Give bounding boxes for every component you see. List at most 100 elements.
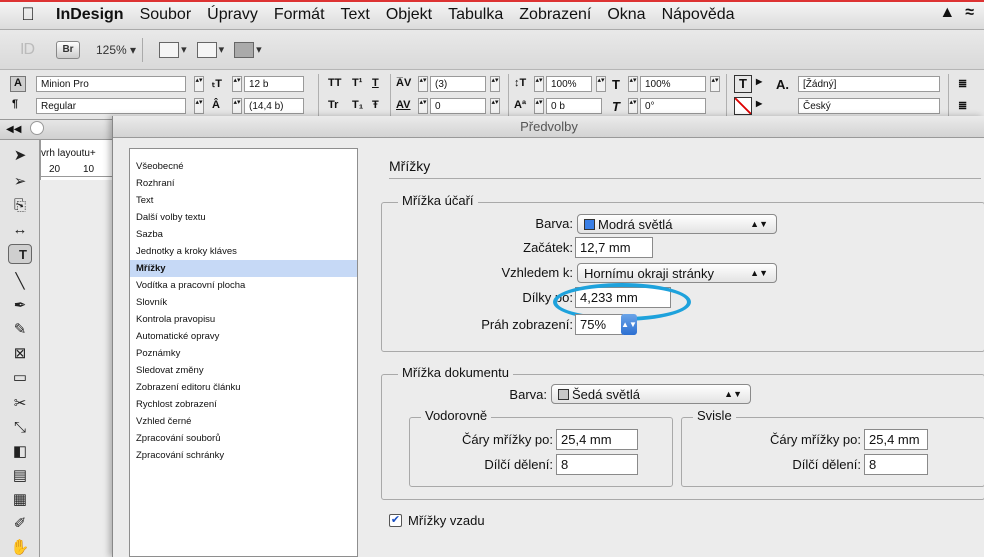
view-options-button[interactable]: ▾	[159, 41, 187, 58]
baseline-relative-select[interactable]: Hornímu okraji stránky ▲▼	[577, 263, 777, 283]
adobe-status-icon[interactable]: ▲	[939, 4, 955, 22]
category-item[interactable]: Zobrazení editoru článku	[130, 379, 357, 396]
horizontal-subdivisions-input[interactable]: 8	[556, 454, 638, 475]
superscript-button[interactable]: T¹	[352, 77, 362, 89]
gradient-feather-tool-icon[interactable]: ▤	[8, 464, 32, 486]
wifi-icon[interactable]: ≈	[965, 4, 974, 22]
font-family-field[interactable]: Minion Pro	[36, 76, 186, 92]
zoom-level[interactable]: 125% ▾	[96, 43, 136, 57]
baseline-shift-field[interactable]: 0 b	[546, 98, 602, 114]
screen-mode-button[interactable]: ▾	[196, 41, 224, 58]
rectangle-tool-icon[interactable]: ▭	[8, 366, 32, 388]
menu-tabulka[interactable]: Tabulka	[440, 6, 511, 24]
horizontal-scale-dropdown[interactable]: ▴▾	[710, 76, 720, 92]
document-tab[interactable]: vrh layoutu+ 20 10	[40, 140, 121, 180]
vertical-subdivisions-input[interactable]: 8	[864, 454, 928, 475]
category-item-active[interactable]: Mřížky	[130, 260, 357, 277]
category-item[interactable]: Zpracování souborů	[130, 430, 357, 447]
font-size-field[interactable]: 12 b	[244, 76, 304, 92]
category-item[interactable]: Kontrola pravopisu	[130, 311, 357, 328]
menu-text[interactable]: Text	[333, 6, 378, 24]
align-left-icon[interactable]: ≣	[958, 77, 967, 90]
type-tool-icon[interactable]: T	[8, 244, 32, 264]
skew-field[interactable]: 0°	[640, 98, 706, 114]
tracking-field[interactable]: 0	[430, 98, 486, 114]
panel-collapse-icon[interactable]: ◀◀	[6, 124, 21, 135]
fill-menu-arrow-icon[interactable]: ▶	[756, 77, 762, 86]
menu-format[interactable]: Formát	[266, 6, 333, 24]
category-item[interactable]: Sazba	[130, 226, 357, 243]
scissors-tool-icon[interactable]: ✂	[8, 392, 32, 414]
category-item[interactable]: Všeobecné	[130, 158, 357, 175]
menu-objekt[interactable]: Objekt	[378, 6, 440, 24]
kerning-dropdown[interactable]: ▴▾	[490, 76, 500, 92]
skew-stepper[interactable]: ▴▾	[628, 98, 638, 114]
rectangle-frame-tool-icon[interactable]: ⊠	[8, 342, 32, 364]
selection-tool-icon[interactable]: ➤	[8, 144, 32, 166]
category-item[interactable]: Automatické opravy	[130, 328, 357, 345]
pen-tool-icon[interactable]: ✒	[8, 294, 32, 316]
vertical-scale-stepper[interactable]: ▴▾	[534, 76, 544, 92]
category-item[interactable]: Rozhraní	[130, 175, 357, 192]
category-item[interactable]: Rychlost zobrazení	[130, 396, 357, 413]
font-style-field[interactable]: Regular	[36, 98, 186, 114]
line-tool-icon[interactable]: ╲	[8, 270, 32, 292]
eyedropper-tool-icon[interactable]: ✐	[8, 512, 32, 534]
pencil-tool-icon[interactable]: ✎	[8, 318, 32, 340]
category-item[interactable]: Vodítka a pracovní plocha	[130, 277, 357, 294]
font-style-dropdown[interactable]: ▴▾	[194, 98, 204, 114]
category-item[interactable]: Zpracování schránky	[130, 447, 357, 464]
menu-okna[interactable]: Okna	[599, 6, 653, 24]
free-transform-tool-icon[interactable]: ⤡	[8, 416, 32, 438]
stroke-color-icon[interactable]	[734, 97, 752, 115]
vertical-scale-dropdown[interactable]: ▴▾	[596, 76, 606, 92]
horizontal-scale-field[interactable]: 100%	[640, 76, 706, 92]
menu-soubor[interactable]: Soubor	[132, 6, 200, 24]
vertical-scale-field[interactable]: 100%	[546, 76, 592, 92]
gap-tool-icon[interactable]: ↔	[8, 218, 32, 240]
align-justify-icon[interactable]: ≣	[958, 99, 967, 112]
category-item[interactable]: Jednotky a kroky kláves	[130, 243, 357, 260]
gradient-swatch-tool-icon[interactable]: ◧	[8, 440, 32, 462]
bridge-button[interactable]: Br	[56, 40, 80, 59]
category-item[interactable]: Text	[130, 192, 357, 209]
language-field[interactable]: Český	[798, 98, 940, 114]
category-item[interactable]: Poznámky	[130, 345, 357, 362]
menu-napoveda[interactable]: Nápověda	[654, 6, 743, 24]
font-size-stepper[interactable]: ▴▾	[232, 76, 242, 92]
kerning-field[interactable]: (3)	[430, 76, 486, 92]
menu-app[interactable]: InDesign	[48, 6, 132, 24]
vertical-lines-input[interactable]: 25,4 mm	[864, 429, 928, 450]
kerning-stepper[interactable]: ▴▾	[418, 76, 428, 92]
category-item[interactable]: Sledovat změny	[130, 362, 357, 379]
category-item[interactable]: Slovník	[130, 294, 357, 311]
subscript-button[interactable]: T₁	[352, 99, 363, 111]
baseline-shift-stepper[interactable]: ▴▾	[534, 98, 544, 114]
horizontal-lines-input[interactable]: 25,4 mm	[556, 429, 638, 450]
stroke-menu-arrow-icon[interactable]: ▶	[756, 99, 762, 108]
direct-selection-tool-icon[interactable]: ➢	[8, 170, 32, 192]
strikethrough-button[interactable]: Ŧ	[372, 99, 379, 111]
tracking-dropdown[interactable]: ▴▾	[490, 98, 500, 114]
leading-stepper[interactable]: ▴▾	[232, 98, 242, 114]
paragraph-mode-icon[interactable]: ¶	[12, 98, 18, 110]
hand-tool-icon[interactable]: ✋	[8, 536, 32, 557]
character-mode-icon[interactable]: A	[10, 76, 26, 92]
grids-in-back-checkbox[interactable]: ✔	[389, 514, 402, 527]
menu-upravy[interactable]: Úpravy	[199, 6, 266, 24]
apple-menu-icon[interactable]: 	[8, 4, 48, 25]
horizontal-scale-stepper[interactable]: ▴▾	[628, 76, 638, 92]
view-threshold-combo-button[interactable]: ▲▼	[621, 314, 637, 335]
view-threshold-input[interactable]: 75%	[575, 314, 623, 335]
arrange-documents-button[interactable]: ▾	[234, 41, 262, 58]
underline-button[interactable]: T	[372, 77, 379, 89]
note-tool-icon[interactable]: ▦	[8, 488, 32, 510]
tracking-stepper[interactable]: ▴▾	[418, 98, 428, 114]
baseline-color-select[interactable]: Modrá světlá ▲▼	[577, 214, 777, 234]
baseline-start-input[interactable]: 12,7 mm	[575, 237, 653, 258]
window-button-icon[interactable]	[30, 121, 44, 135]
category-item[interactable]: Vzhled černé	[130, 413, 357, 430]
leading-field[interactable]: (14,4 b)	[244, 98, 304, 114]
all-caps-button[interactable]: TT	[328, 77, 341, 89]
character-style-field[interactable]: [Žádný]	[798, 76, 940, 92]
